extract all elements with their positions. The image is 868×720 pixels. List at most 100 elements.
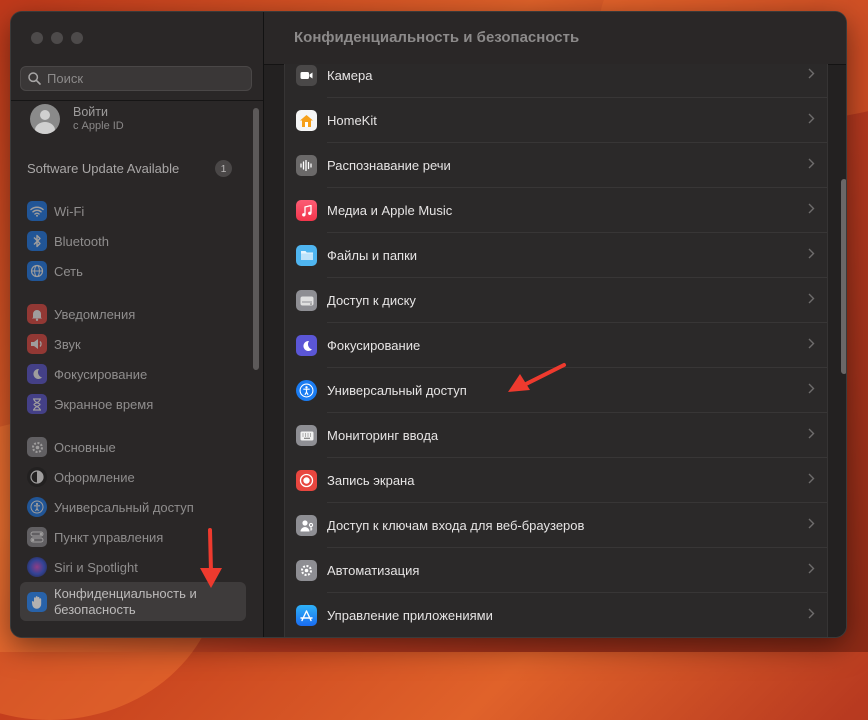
sidebar-item-focus[interactable]: Фокусирование (27, 363, 147, 385)
main-scrollbar-thumb[interactable] (841, 179, 846, 374)
list-row-app-management[interactable]: Управление приложениями (285, 593, 827, 637)
list-row-speech-recognition[interactable]: Распознавание речи (285, 143, 827, 188)
sidebar-item-network[interactable]: Сеть (27, 260, 83, 282)
list-row-input-monitoring[interactable]: Мониторинг ввода (285, 413, 827, 458)
sidebar-item-label: Конфиденциальность и безопасность (54, 585, 197, 617)
siri-icon (27, 557, 47, 577)
chevron-right-icon (808, 113, 815, 124)
close-window-button[interactable] (31, 32, 43, 44)
list-row-focus[interactable]: Фокусирование (285, 323, 827, 368)
moon-icon (27, 364, 47, 384)
apple-id-account[interactable]: Войти с Apple ID (30, 104, 124, 134)
globe-icon (27, 261, 47, 281)
chevron-right-icon (808, 203, 815, 214)
sidebar-item-privacy-security[interactable]: Конфиденциальность и безопасность (20, 582, 246, 621)
music-icon (296, 200, 317, 221)
chevron-right-icon (808, 248, 815, 259)
main-scrollbar[interactable] (837, 64, 846, 637)
list-row-homekit[interactable]: HomeKit (285, 98, 827, 143)
list-row-camera[interactable]: Камера (285, 53, 827, 98)
zoom-window-button[interactable] (71, 32, 83, 44)
window-controls (31, 32, 83, 44)
sidebar-item-general[interactable]: Основные (27, 436, 116, 458)
chevron-right-icon (808, 383, 815, 394)
sidebar-item-label: Основные (54, 439, 116, 455)
page-title: Конфиденциальность и безопасность (294, 29, 580, 46)
folder-icon (296, 245, 317, 266)
row-label: Управление приложениями (327, 608, 493, 623)
sidebar-item-control-center[interactable]: Пункт управления (27, 526, 163, 548)
waveform-icon (296, 155, 317, 176)
list-row-files-folders[interactable]: Файлы и папки (285, 233, 827, 278)
sidebar-item-label: Wi-Fi (54, 203, 85, 219)
sidebar-item-screen-time[interactable]: Экранное время (27, 393, 153, 415)
chevron-right-icon (808, 338, 815, 349)
software-update-label: Software Update Available (27, 161, 180, 176)
sidebar-item-label: Сеть (54, 263, 83, 279)
row-label: Запись экрана (327, 473, 415, 488)
row-label: Доступ к диску (327, 293, 416, 308)
update-count-badge: 1 (215, 160, 232, 177)
disk-icon (296, 290, 317, 311)
sidebar-scrollbar[interactable] (253, 108, 259, 370)
software-update-item[interactable]: Software Update Available 1 (27, 160, 232, 177)
sidebar-item-label: Уведомления (54, 306, 136, 322)
accessibility-icon (296, 380, 317, 401)
list-row-passkeys-browsers[interactable]: Доступ к ключам входа для веб-браузеров (285, 503, 827, 548)
search-field[interactable]: Поиск (20, 66, 252, 91)
row-label: Распознавание речи (327, 158, 451, 173)
search-icon (28, 72, 41, 85)
sidebar-item-label: Звук (54, 336, 81, 352)
keyboard-icon (296, 425, 317, 446)
list-row-disk-access[interactable]: Доступ к диску (285, 278, 827, 323)
sidebar-item-siri-spotlight[interactable]: Siri и Spotlight (27, 556, 138, 578)
row-label: Камера (327, 68, 373, 83)
list-row-accessibility[interactable]: Универсальный доступ (285, 368, 827, 413)
bluetooth-icon (27, 231, 47, 251)
account-subtitle: с Apple ID (73, 120, 124, 132)
accessibility-icon (27, 497, 47, 517)
appearance-icon (27, 467, 47, 487)
home-icon (296, 110, 317, 131)
row-label: Автоматизация (327, 563, 420, 578)
chevron-right-icon (808, 518, 815, 529)
sidebar-item-label: Универсальный доступ (54, 499, 194, 515)
hand-icon (27, 591, 47, 612)
moon-icon (296, 335, 317, 356)
sidebar-item-accessibility[interactable]: Универсальный доступ (27, 496, 194, 518)
sidebar-item-notifications[interactable]: Уведомления (27, 303, 135, 325)
sidebar-item-sound[interactable]: Звук (27, 333, 81, 355)
sidebar-item-label: Оформление (54, 469, 135, 485)
row-label: Мониторинг ввода (327, 428, 439, 443)
list-row-screen-recording[interactable]: Запись экрана (285, 458, 827, 503)
sidebar-item-label: Фокусирование (54, 366, 148, 382)
list-row-automation[interactable]: Автоматизация (285, 548, 827, 593)
minimize-window-button[interactable] (51, 32, 63, 44)
wifi-icon (27, 201, 47, 221)
chevron-right-icon (808, 293, 815, 304)
gear-icon (27, 437, 47, 457)
hourglass-icon (27, 394, 47, 414)
person-key-icon (296, 515, 317, 536)
sidebar-item-appearance[interactable]: Оформление (27, 466, 135, 488)
camera-icon (296, 65, 317, 86)
avatar (30, 104, 60, 134)
list-row-media-apple-music[interactable]: Медиа и Apple Music (285, 188, 827, 233)
search-placeholder: Поиск (47, 71, 84, 86)
sidebar: Поиск Войти с Apple ID Software Update A… (11, 12, 264, 637)
row-label: Медиа и Apple Music (327, 203, 453, 218)
chevron-right-icon (808, 473, 815, 484)
bell-icon (27, 304, 47, 324)
sidebar-item-wifi[interactable]: Wi-Fi (27, 200, 84, 222)
record-icon (296, 470, 317, 491)
main-pane: Конфиденциальность и безопасность Камера… (264, 12, 846, 637)
chevron-right-icon (808, 68, 815, 79)
settings-window: Поиск Войти с Apple ID Software Update A… (11, 12, 846, 637)
sidebar-item-bluetooth[interactable]: Bluetooth (27, 230, 109, 252)
chevron-right-icon (808, 158, 815, 169)
chevron-right-icon (808, 563, 815, 574)
control-center-icon (27, 527, 47, 547)
sidebar-item-label: Siri и Spotlight (54, 559, 138, 575)
account-name: Войти (73, 105, 108, 119)
row-label: Универсальный доступ (327, 383, 467, 398)
